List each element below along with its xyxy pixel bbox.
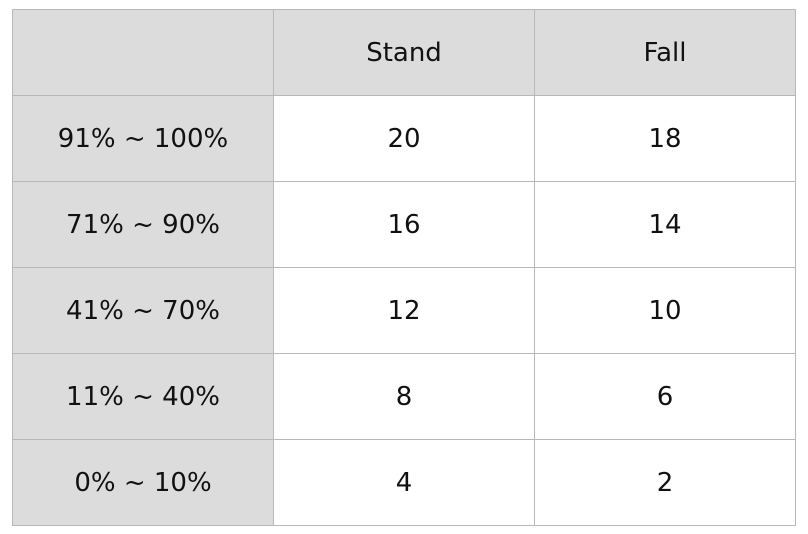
table-row: 91% ~ 100% 20 18: [12, 95, 796, 182]
table-row: 71% ~ 90% 16 14: [12, 181, 796, 268]
table-row: 0% ~ 10% 4 2: [12, 439, 796, 526]
fall-value: 14: [534, 181, 796, 268]
stand-value: 16: [273, 181, 535, 268]
data-table: Stand Fall 91% ~ 100% 20 18 71% ~ 90% 16…: [12, 9, 796, 526]
table-row: 11% ~ 40% 8 6: [12, 353, 796, 440]
header-corner-cell: [12, 9, 274, 96]
row-label: 0% ~ 10%: [12, 439, 274, 526]
row-label: 91% ~ 100%: [12, 95, 274, 182]
fall-value: 18: [534, 95, 796, 182]
stand-value: 20: [273, 95, 535, 182]
stand-value: 12: [273, 267, 535, 354]
header-stand: Stand: [273, 9, 535, 96]
header-fall: Fall: [534, 9, 796, 96]
row-label: 41% ~ 70%: [12, 267, 274, 354]
stand-value: 8: [273, 353, 535, 440]
row-label: 71% ~ 90%: [12, 181, 274, 268]
fall-value: 2: [534, 439, 796, 526]
fall-value: 10: [534, 267, 796, 354]
table-header-row: Stand Fall: [12, 9, 796, 96]
table-row: 41% ~ 70% 12 10: [12, 267, 796, 354]
row-label: 11% ~ 40%: [12, 353, 274, 440]
stand-value: 4: [273, 439, 535, 526]
fall-value: 6: [534, 353, 796, 440]
